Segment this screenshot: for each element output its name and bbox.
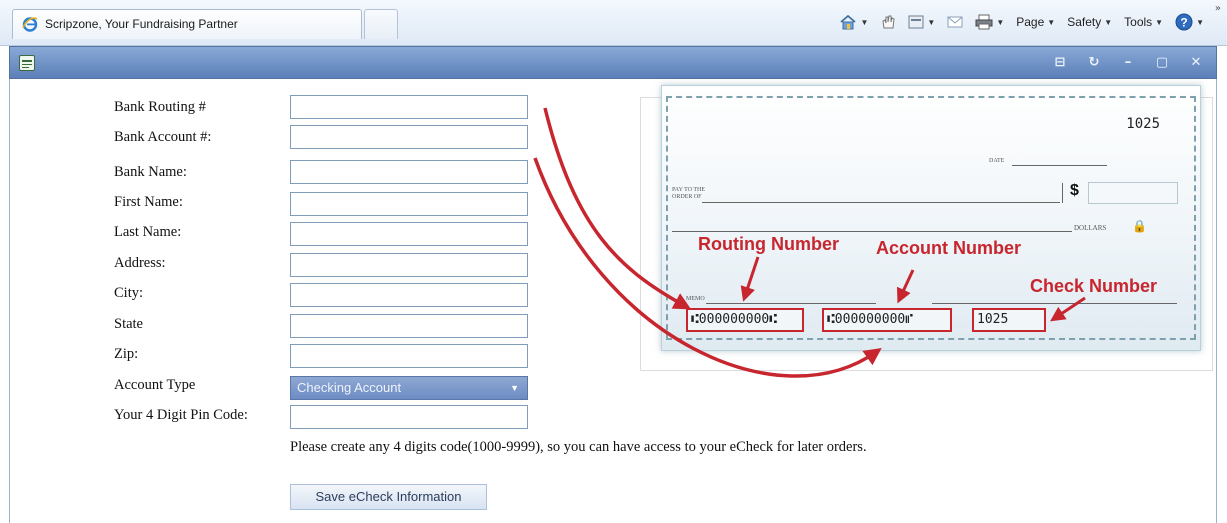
dialog-titlebar: ⊟ ↻ – ▢ ✕ (9, 46, 1217, 79)
page-menu-label: Page (1016, 15, 1045, 29)
dollar-sign: $ (1070, 182, 1079, 199)
tools-menu[interactable]: Tools ▼ (1121, 10, 1166, 34)
check-number-annotation: Check Number (1030, 276, 1158, 296)
feeds-button[interactable] (877, 10, 899, 34)
routing-number-annotation: Routing Number (698, 234, 839, 254)
account-number-annotation: Account Number (876, 238, 1022, 258)
new-tab-button[interactable] (364, 9, 398, 39)
printer-icon (975, 14, 993, 30)
micr-check-box: 1025 (972, 308, 1046, 332)
check-number-top: 1025 (1126, 116, 1160, 132)
payee-line (702, 202, 1060, 203)
restore-icon[interactable]: ⊟ (1048, 51, 1072, 75)
bank-name-input[interactable] (290, 160, 528, 184)
chevron-down-icon: ▼ (510, 383, 519, 393)
hand-icon (882, 15, 895, 29)
amount-box (1088, 182, 1178, 204)
pin-code-label: Your 4 Digit Pin Code: (114, 407, 248, 423)
account-type-value: Checking Account (297, 380, 402, 395)
bank-routing-label: Bank Routing # (114, 99, 206, 115)
help-icon: ? (1175, 13, 1193, 31)
bank-account-label: Bank Account #: (114, 129, 212, 145)
help-menu[interactable]: ? ▼ (1172, 10, 1207, 34)
toolbar-overflow-icon[interactable]: » (1215, 3, 1221, 14)
payee-divider (1062, 183, 1063, 203)
date-label: DATE (989, 158, 1005, 164)
safety-menu[interactable]: Safety ▼ (1064, 10, 1115, 34)
read-mail-button[interactable]: ▼ (905, 10, 938, 34)
pin-help-text: Please create any 4 digits code(1000-999… (290, 439, 867, 455)
browser-toolbar: Scripzone, Your Fundraising Partner ▼ ▼ (0, 0, 1227, 46)
zip-label: Zip: (114, 346, 139, 362)
internet-explorer-icon (22, 17, 38, 32)
feed-icon (908, 15, 924, 29)
state-input[interactable] (290, 314, 528, 338)
micr-routing-box: ⑆000000000⑆ (686, 308, 804, 332)
signature-line (932, 303, 1177, 304)
city-input[interactable] (290, 283, 528, 307)
minimize-icon[interactable]: – (1116, 51, 1140, 75)
lock-icon: 🔒 (1132, 219, 1147, 233)
window-icon (19, 55, 35, 71)
date-line (1012, 165, 1107, 166)
chevron-down-icon: ▼ (996, 17, 1005, 27)
state-label: State (114, 316, 143, 332)
svg-text:?: ? (1180, 16, 1187, 30)
dollars-label: DOLLARS (1074, 224, 1107, 232)
refresh-icon[interactable]: ↻ (1082, 51, 1106, 75)
chevron-down-icon: ▼ (927, 17, 936, 27)
city-label: City: (114, 285, 144, 301)
browser-tab-active[interactable]: Scripzone, Your Fundraising Partner (12, 9, 362, 39)
pin-code-input[interactable] (290, 405, 528, 429)
browser-tab-title: Scripzone, Your Fundraising Partner (45, 17, 238, 31)
address-input[interactable] (290, 253, 528, 277)
order-of-label: ORDER OF (672, 194, 702, 200)
chevron-down-icon: ▼ (860, 17, 869, 27)
last-name-input[interactable] (290, 222, 528, 246)
first-name-input[interactable] (290, 192, 528, 216)
bank-name-label: Bank Name: (114, 164, 187, 180)
window-controls: ⊟ ↻ – ▢ ✕ (1048, 51, 1208, 75)
memo-label: MEMO (686, 296, 705, 302)
account-type-select[interactable]: Checking Account ▼ (290, 376, 528, 400)
address-label: Address: (114, 255, 166, 271)
chevron-down-icon: ▼ (1104, 17, 1113, 27)
memo-line (706, 303, 876, 304)
bank-account-input[interactable] (290, 125, 528, 149)
first-name-label: First Name: (114, 194, 183, 210)
chevron-down-icon: ▼ (1047, 17, 1056, 27)
page-menu[interactable]: Page ▼ (1013, 10, 1058, 34)
bank-routing-input[interactable] (290, 95, 528, 119)
last-name-label: Last Name: (114, 224, 182, 240)
zip-input[interactable] (290, 344, 528, 368)
pay-to-label: PAY TO THE (672, 187, 706, 193)
chevron-down-icon: ▼ (1155, 17, 1164, 27)
home-icon (840, 14, 857, 30)
chevron-down-icon: ▼ (1196, 17, 1204, 27)
home-button[interactable]: ▼ (836, 10, 871, 34)
close-icon[interactable]: ✕ (1184, 51, 1208, 75)
mail-icon (947, 16, 963, 28)
safety-menu-label: Safety (1067, 15, 1102, 29)
tools-menu-label: Tools (1124, 15, 1153, 29)
save-echeck-button[interactable]: Save eCheck Information (290, 484, 487, 510)
micr-account-box: ⑆000000000⑈ (822, 308, 952, 332)
sample-check: 1025 DATE PAY TO THE ORDER OF $ DOLLARS … (661, 85, 1201, 351)
amount-words-line (672, 231, 1072, 232)
account-type-label: Account Type (114, 377, 196, 393)
print-button[interactable]: ▼ (972, 10, 1007, 34)
maximize-icon[interactable]: ▢ (1150, 51, 1174, 75)
mail-button[interactable] (944, 10, 966, 34)
command-bar: ▼ ▼ ▼ Page ▼ Safety ▼ Tools ▼ ? ▼ (836, 9, 1207, 35)
